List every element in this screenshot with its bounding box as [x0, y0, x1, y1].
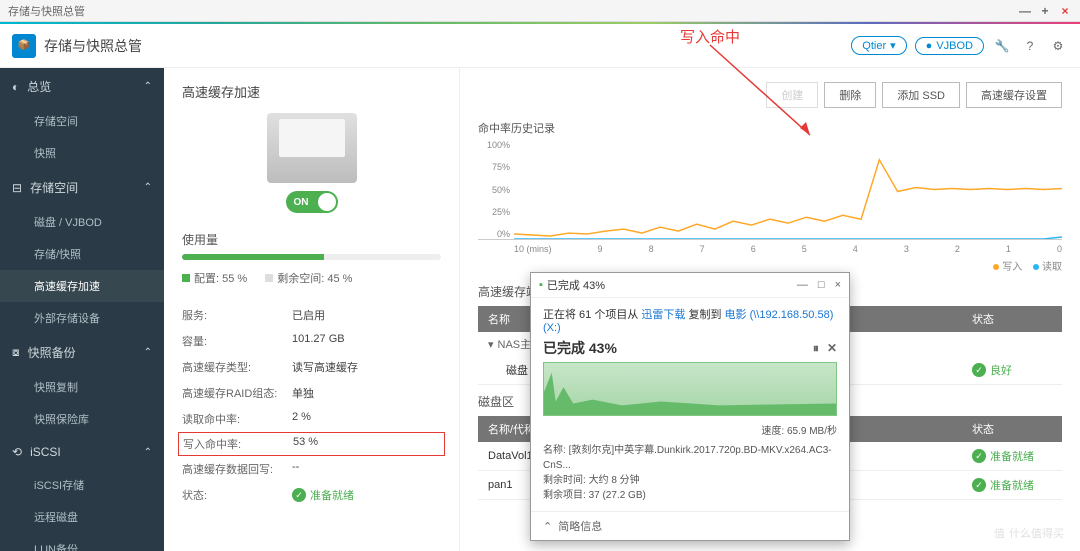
- info-row: 写入命中率:53 %: [178, 432, 445, 456]
- check-icon: ✓: [292, 488, 306, 502]
- usage-label: 使用量: [182, 231, 441, 248]
- settings-icon[interactable]: ⚙: [1048, 36, 1068, 56]
- window-controls: — + ×: [1018, 4, 1072, 18]
- titlebar: 存储与快照总管 — + ×: [0, 0, 1080, 22]
- sidebar: ◐总览⌃ 存储空间 快照 ⊟存储空间⌃ 磁盘 / VJBOD 存储/快照 高速缓…: [0, 68, 164, 551]
- vjbod-button[interactable]: ●VJBOD: [915, 37, 984, 55]
- file-info: 名称: [敦刻尔克]中英字幕.Dunkirk.2017.720p.BD-MKV.…: [543, 443, 837, 503]
- chevron-down-icon: ▾: [890, 39, 896, 52]
- pause-icon[interactable]: ⏸: [813, 341, 819, 356]
- sidebar-item-cache[interactable]: 高速缓存加速: [0, 270, 164, 302]
- usage-stats: 配置: 55 % 剩余空间: 45 %: [182, 270, 441, 286]
- copy-description: 正在将 61 个项目从 迅雷下载 复制到 电影 (\\192.168.50.58…: [543, 306, 837, 334]
- sidebar-group-iscsi[interactable]: ⟲iSCSI⌃: [0, 435, 164, 469]
- sidebar-item-snap-vault[interactable]: 快照保险库: [0, 403, 164, 435]
- cache-panel: 高速缓存加速 ON 使用量 配置: 55 % 剩余空间: 45 % 服务:已启用…: [164, 68, 460, 551]
- annotation-arrow: [700, 40, 820, 150]
- sidebar-item-storage-snap[interactable]: 存储/快照: [0, 238, 164, 270]
- info-row: 读取命中率:2 %: [182, 406, 441, 432]
- tools-icon[interactable]: 🔧: [992, 36, 1012, 56]
- sidebar-item-snapshot[interactable]: 快照: [0, 137, 164, 169]
- popup-more-toggle[interactable]: ⌃简略信息: [531, 511, 849, 540]
- window-title: 存储与快照总管: [8, 3, 85, 19]
- check-icon: ✓: [972, 363, 986, 377]
- qtier-button[interactable]: Qtier▾: [851, 36, 906, 55]
- info-row: 高速缓存类型:读写高速缓存: [182, 354, 441, 380]
- panel-title: 高速缓存加速: [182, 82, 441, 101]
- maximize-icon[interactable]: +: [1038, 4, 1052, 18]
- usage-bar: [182, 254, 441, 260]
- speed-graph: [543, 362, 837, 416]
- sidebar-item-lun-backup[interactable]: LUN备份: [0, 533, 164, 551]
- cache-settings-button[interactable]: 高速缓存设置: [966, 82, 1062, 108]
- delete-button[interactable]: 删除: [824, 82, 876, 108]
- chevron-up-icon: ⌃: [144, 347, 152, 358]
- sidebar-item-iscsi-storage[interactable]: iSCSI存储: [0, 469, 164, 501]
- add-ssd-button[interactable]: 添加 SSD: [882, 82, 960, 108]
- camera-icon: ⧇: [12, 345, 20, 360]
- iscsi-icon: ⟲: [12, 445, 22, 459]
- app-title: 存储与快照总管: [44, 36, 142, 56]
- sidebar-item-remote-disk[interactable]: 远程磁盘: [0, 501, 164, 533]
- popup-close-icon[interactable]: ×: [835, 279, 841, 291]
- status-row: 状态: ✓准备就绪: [182, 482, 441, 508]
- popup-maximize-icon[interactable]: □: [818, 279, 825, 291]
- sidebar-item-snap-replica[interactable]: 快照复制: [0, 371, 164, 403]
- help-icon[interactable]: ?: [1020, 36, 1040, 56]
- info-row: 容量:101.27 GB: [182, 328, 441, 354]
- info-row: 高速缓存数据回写:--: [182, 456, 441, 482]
- chevron-up-icon: ⌃: [144, 81, 152, 92]
- app-header: 📦 存储与快照总管 Qtier▾ ●VJBOD 🔧 ? ⚙: [0, 24, 1080, 68]
- sidebar-item-disks[interactable]: 磁盘 / VJBOD: [0, 206, 164, 238]
- drive-image: [267, 113, 357, 183]
- popup-title-text: 已完成 43%: [547, 277, 605, 293]
- minimize-icon[interactable]: —: [1018, 4, 1032, 18]
- dashboard-icon: ◐: [12, 80, 19, 94]
- info-row: 高速缓存RAID组态:单独: [182, 380, 441, 406]
- chevron-up-icon: ⌃: [144, 182, 152, 193]
- sidebar-item-storage-space[interactable]: 存储空间: [0, 105, 164, 137]
- copy-progress-popup: ▪ 已完成 43% — □ × 正在将 61 个项目从 迅雷下载 复制到 电影 (\…: [530, 272, 850, 541]
- hit-rate-chart: 100%75%50%25%0%: [478, 140, 1062, 240]
- disk-icon: ⊟: [12, 181, 22, 195]
- sidebar-group-overview[interactable]: ◐总览⌃: [0, 68, 164, 105]
- close-icon[interactable]: ×: [1058, 4, 1072, 18]
- progress-text: 已完成 43% ⏸✕: [543, 338, 837, 358]
- source-link[interactable]: 迅雷下载: [641, 309, 685, 321]
- chevron-up-icon: ⌃: [543, 520, 552, 533]
- popup-titlebar: ▪ 已完成 43% — □ ×: [531, 273, 849, 298]
- speed-text: 速度: 65.9 MB/秒: [543, 422, 837, 437]
- cache-toggle[interactable]: ON: [286, 191, 338, 213]
- sidebar-group-storage[interactable]: ⊟存储空间⌃: [0, 169, 164, 206]
- copy-icon: ▪: [539, 279, 543, 291]
- popup-minimize-icon[interactable]: —: [797, 279, 808, 291]
- app-icon: 📦: [12, 34, 36, 58]
- collapse-icon: ▾: [488, 338, 494, 351]
- watermark: 值值 | 什么值得买什么值得买: [994, 525, 1064, 541]
- cancel-icon[interactable]: ✕: [827, 341, 837, 356]
- sidebar-group-snapshot[interactable]: ⧇快照备份⌃: [0, 334, 164, 371]
- info-row: 服务:已启用: [182, 302, 441, 328]
- chevron-up-icon: ⌃: [144, 447, 152, 458]
- chart-legend: 写入 读取: [478, 258, 1062, 273]
- sidebar-item-external[interactable]: 外部存储设备: [0, 302, 164, 334]
